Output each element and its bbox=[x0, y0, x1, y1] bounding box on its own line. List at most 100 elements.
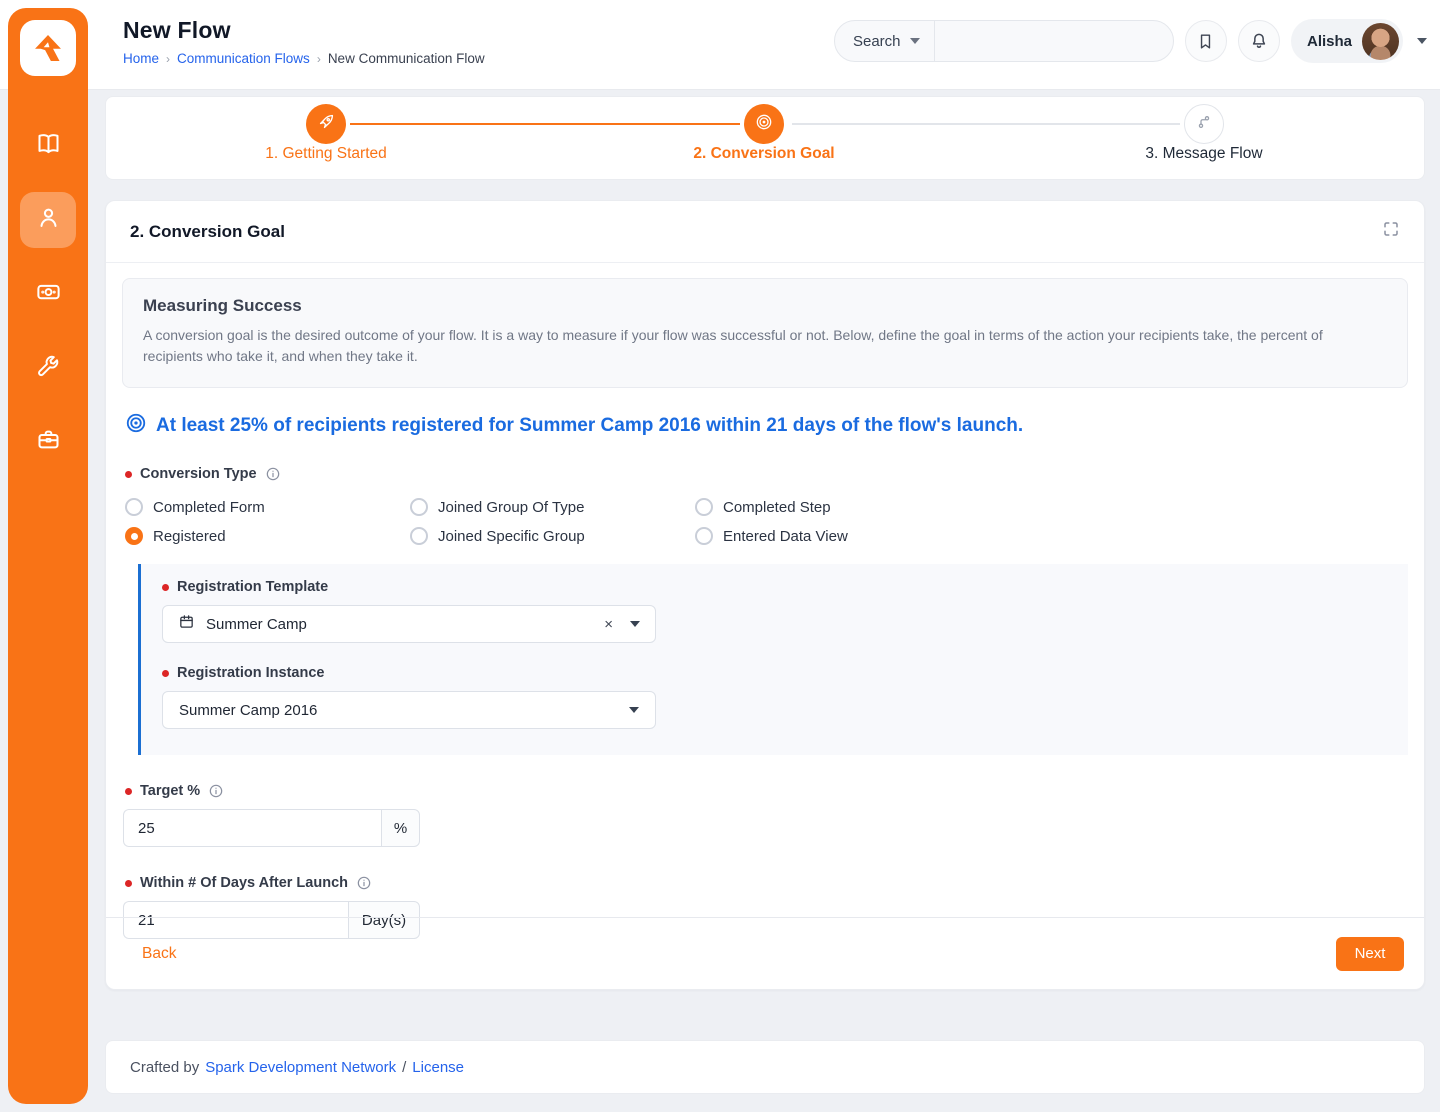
step-3-circle[interactable] bbox=[1184, 104, 1224, 144]
radio-label: Completed Form bbox=[153, 499, 265, 516]
breadcrumb-communication-flows[interactable]: Communication Flows bbox=[177, 51, 310, 66]
info-icon[interactable] bbox=[356, 875, 372, 891]
registration-instance-label-row: Registration Instance bbox=[162, 665, 1408, 681]
search-bar: Search bbox=[834, 20, 1174, 62]
sidebar-item-tools[interactable] bbox=[20, 340, 76, 396]
bullseye-icon bbox=[754, 112, 774, 137]
breadcrumb: Home › Communication Flows › New Communi… bbox=[123, 51, 485, 66]
title-block: New Flow Home › Communication Flows › Ne… bbox=[123, 17, 485, 66]
bookmark-button[interactable] bbox=[1185, 20, 1227, 62]
radio-icon[interactable] bbox=[695, 527, 713, 545]
notifications-button[interactable] bbox=[1238, 20, 1280, 62]
goal-summary-text: At least 25% of recipients registered fo… bbox=[156, 415, 1023, 437]
topbar-actions: Search Alisha bbox=[834, 19, 1427, 63]
license-link[interactable]: License bbox=[412, 1059, 464, 1076]
user-name: Alisha bbox=[1307, 33, 1352, 50]
registration-template-picker[interactable]: Summer Camp × bbox=[162, 605, 656, 643]
flow-branch-icon bbox=[1195, 113, 1213, 136]
radio-label: Entered Data View bbox=[723, 528, 848, 545]
step-3-label[interactable]: 3. Message Flow bbox=[1054, 145, 1354, 163]
sidebar-item-library[interactable] bbox=[20, 118, 76, 174]
sidebar bbox=[8, 8, 88, 1104]
radio-completed-step[interactable]: Completed Step bbox=[695, 495, 980, 519]
breadcrumb-separator: › bbox=[317, 52, 321, 66]
percent-addon: % bbox=[381, 809, 420, 847]
panel-footer: Back Next bbox=[106, 917, 1424, 989]
cash-icon bbox=[35, 278, 62, 310]
radio-entered-data-view[interactable]: Entered Data View bbox=[695, 524, 980, 548]
step-2-circle[interactable] bbox=[744, 104, 784, 144]
user-menu[interactable]: Alisha bbox=[1291, 19, 1403, 63]
target-percent-group: % bbox=[123, 809, 1408, 847]
registration-template-value: Summer Camp bbox=[206, 616, 307, 633]
radio-icon[interactable] bbox=[695, 498, 713, 516]
conversion-type-label: Conversion Type bbox=[140, 466, 257, 482]
page-title: New Flow bbox=[123, 17, 485, 44]
panel-title: 2. Conversion Goal bbox=[130, 222, 285, 242]
bell-icon bbox=[1249, 31, 1269, 51]
radio-completed-form[interactable]: Completed Form bbox=[125, 495, 410, 519]
conversion-type-label-row: Conversion Type bbox=[125, 466, 1408, 482]
step-1-circle[interactable] bbox=[306, 104, 346, 144]
radio-icon[interactable] bbox=[125, 498, 143, 516]
chevron-down-icon[interactable] bbox=[630, 621, 640, 627]
next-button[interactable]: Next bbox=[1336, 937, 1404, 971]
spark-development-network-link[interactable]: Spark Development Network bbox=[205, 1059, 396, 1076]
search-input[interactable] bbox=[935, 22, 1173, 60]
required-dot bbox=[162, 670, 169, 677]
breadcrumb-home[interactable]: Home bbox=[123, 51, 159, 66]
expand-icon bbox=[1382, 220, 1400, 243]
sidebar-item-people[interactable] bbox=[20, 192, 76, 248]
chevron-down-icon[interactable] bbox=[629, 707, 639, 713]
panel-header: 2. Conversion Goal bbox=[106, 201, 1424, 263]
sidebar-item-work[interactable] bbox=[20, 414, 76, 470]
footer-separator: / bbox=[402, 1059, 406, 1076]
site-footer: Crafted by Spark Development Network / L… bbox=[105, 1040, 1425, 1094]
radio-joined-specific-group[interactable]: Joined Specific Group bbox=[410, 524, 695, 548]
radio-column: Joined Group Of Type Joined Specific Gro… bbox=[410, 495, 695, 548]
expand-button[interactable] bbox=[1382, 220, 1400, 243]
measuring-success-info-box: Measuring Success A conversion goal is t… bbox=[122, 278, 1408, 388]
bookmark-icon bbox=[1196, 32, 1215, 51]
required-dot bbox=[125, 880, 132, 887]
radio-column: Completed Form Registered bbox=[125, 495, 410, 548]
target-percent-label: Target % bbox=[140, 783, 200, 799]
step-1-label[interactable]: 1. Getting Started bbox=[176, 145, 476, 163]
search-scope-label[interactable]: Search bbox=[835, 33, 901, 50]
radio-column: Completed Step Entered Data View bbox=[695, 495, 980, 548]
registration-instance-value: Summer Camp 2016 bbox=[179, 702, 317, 719]
radio-icon-checked[interactable] bbox=[125, 527, 143, 545]
step-2-label[interactable]: 2. Conversion Goal bbox=[614, 145, 914, 163]
calendar-icon bbox=[178, 613, 195, 635]
radio-icon[interactable] bbox=[410, 527, 428, 545]
radio-registered[interactable]: Registered bbox=[125, 524, 410, 548]
breadcrumb-separator: › bbox=[166, 52, 170, 66]
book-icon bbox=[35, 130, 62, 162]
sidebar-item-finance[interactable] bbox=[20, 266, 76, 322]
search-scope-caret-icon[interactable] bbox=[910, 38, 920, 44]
wrench-icon bbox=[35, 353, 61, 384]
target-percent-input[interactable] bbox=[123, 809, 381, 847]
radio-joined-group-of-type[interactable]: Joined Group Of Type bbox=[410, 495, 695, 519]
radio-label: Completed Step bbox=[723, 499, 831, 516]
registration-template-label-row: Registration Template bbox=[162, 579, 1408, 595]
rock-logo[interactable] bbox=[20, 20, 76, 76]
info-box-title: Measuring Success bbox=[143, 296, 1387, 316]
avatar bbox=[1362, 23, 1399, 60]
clear-icon[interactable]: × bbox=[604, 616, 613, 633]
info-box-body: A conversion goal is the desired outcome… bbox=[143, 325, 1387, 367]
conversion-type-options: Completed Form Registered Joined Group O… bbox=[125, 495, 1408, 548]
radio-label: Joined Specific Group bbox=[438, 528, 585, 545]
registration-instance-select[interactable]: Summer Camp 2016 bbox=[162, 691, 656, 729]
chevron-down-icon[interactable] bbox=[1417, 38, 1427, 44]
sidebar-nav bbox=[20, 118, 76, 470]
info-icon[interactable] bbox=[208, 783, 224, 799]
wizard-stepper: 1. Getting Started 2. Conversion Goal 3.… bbox=[105, 96, 1425, 180]
radio-icon[interactable] bbox=[410, 498, 428, 516]
back-button[interactable]: Back bbox=[142, 945, 176, 963]
crafted-by-text: Crafted by bbox=[130, 1059, 199, 1076]
info-icon[interactable] bbox=[265, 466, 281, 482]
page: New Flow Home › Communication Flows › Ne… bbox=[0, 0, 1440, 1112]
rocket-icon bbox=[317, 112, 336, 136]
target-percent-label-row: Target % bbox=[125, 783, 1408, 799]
